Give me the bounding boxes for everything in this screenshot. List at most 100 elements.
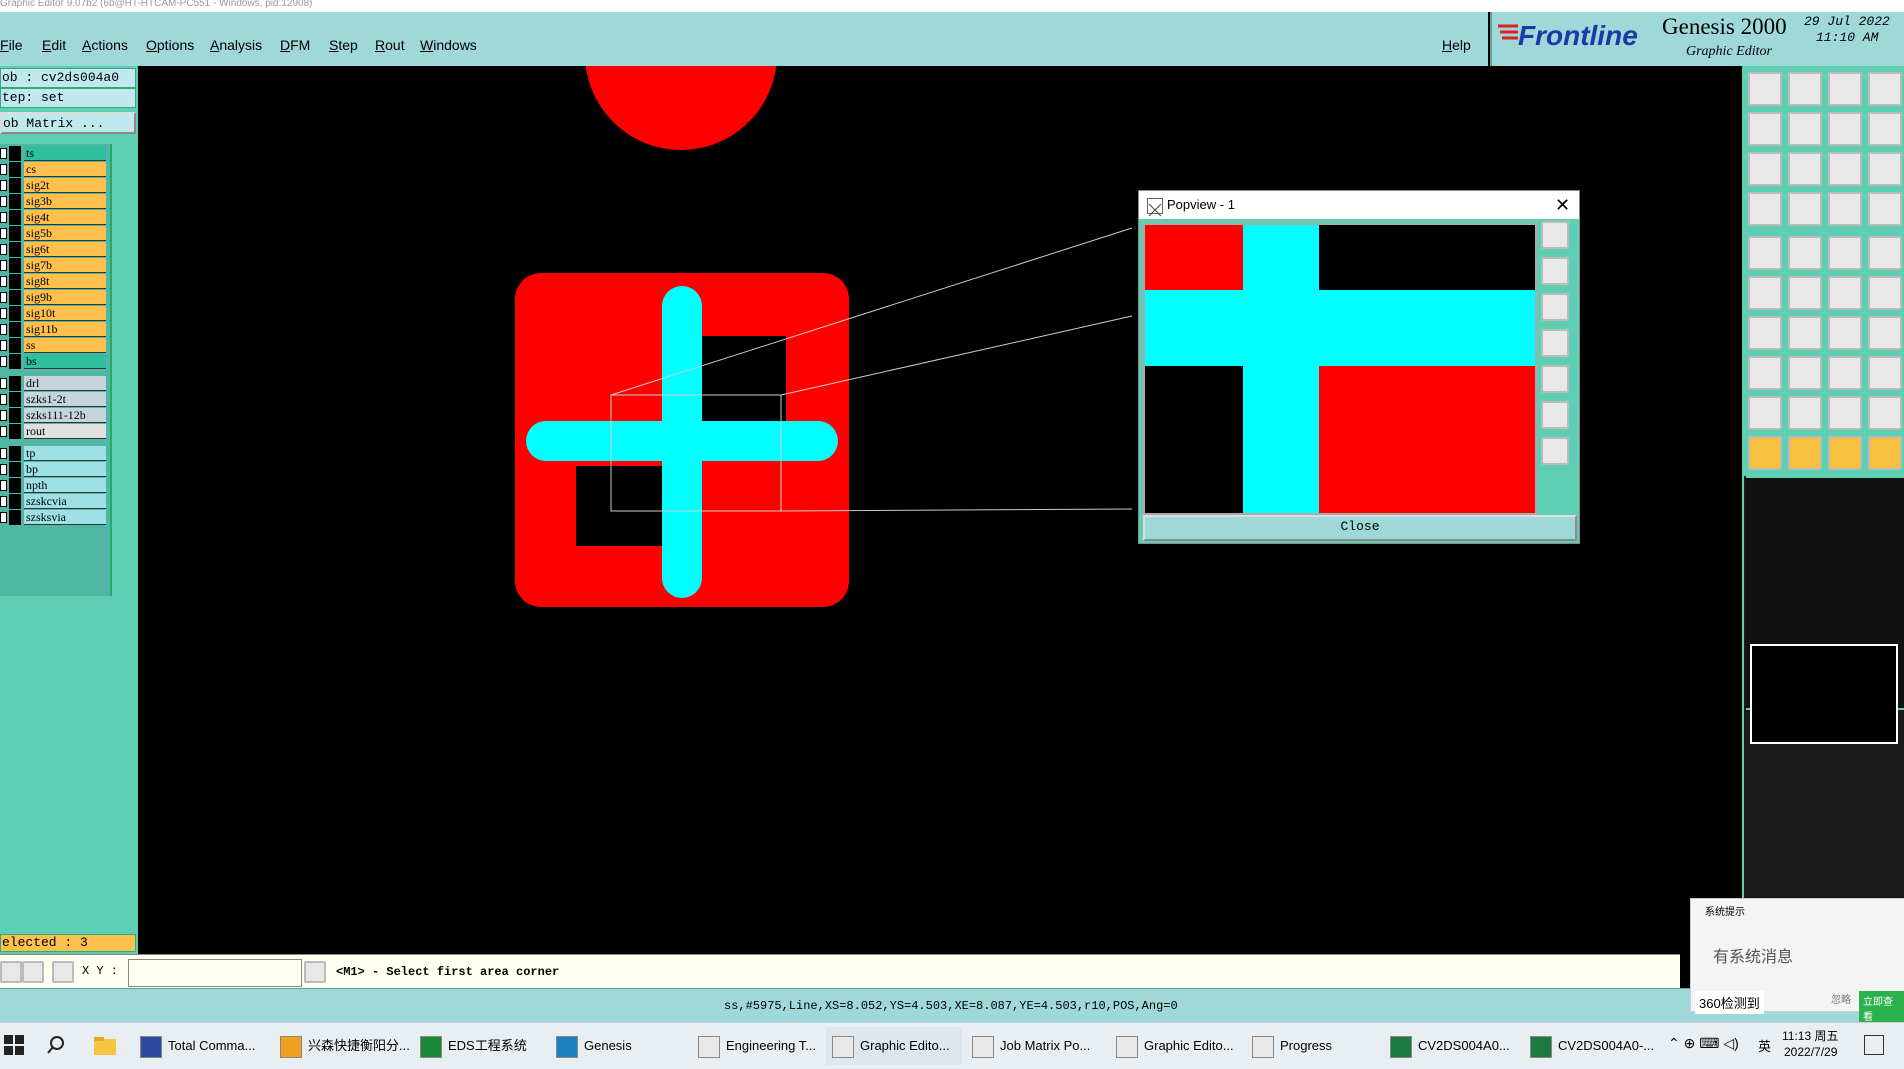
layer-marker[interactable] <box>9 424 21 439</box>
menu-step[interactable]: Step <box>329 37 358 53</box>
layer-item-szks111-12b[interactable]: szks111-12b <box>24 408 106 423</box>
layer-checkbox[interactable] <box>0 426 7 437</box>
layer-marker[interactable] <box>9 226 21 241</box>
layer-marker[interactable] <box>9 376 21 391</box>
layer-marker[interactable] <box>9 338 21 353</box>
tray-icons[interactable]: ⌃ ⊕ ⌨ ◁) <box>1668 1035 1739 1052</box>
warn-icon[interactable] <box>1748 396 1782 430</box>
layer-marker[interactable] <box>9 510 21 525</box>
layer-checkbox[interactable] <box>0 356 7 367</box>
layer-checkbox[interactable] <box>0 378 7 389</box>
home-icon[interactable] <box>1828 72 1862 106</box>
layer-marker[interactable] <box>9 354 21 369</box>
line-icon[interactable] <box>1788 356 1822 390</box>
bridge-icon[interactable] <box>1868 396 1902 430</box>
popview-center-icon[interactable] <box>1541 437 1569 465</box>
pan-right-icon[interactable] <box>1788 112 1822 146</box>
mirror-icon[interactable] <box>1868 316 1902 350</box>
move-icon[interactable] <box>1868 436 1902 470</box>
select-icon[interactable] <box>1788 436 1822 470</box>
layer-item-sig11b[interactable]: sig11b <box>24 322 106 337</box>
layer-marker[interactable] <box>9 322 21 337</box>
layer-marker[interactable] <box>9 242 21 257</box>
layer-checkbox[interactable] <box>0 410 7 421</box>
slant-line-icon[interactable] <box>1788 316 1822 350</box>
center-icon[interactable] <box>1788 152 1822 186</box>
layer-checkbox[interactable] <box>0 228 7 239</box>
layer-checkbox[interactable] <box>0 164 7 175</box>
popview-fit-icon[interactable] <box>1541 401 1569 429</box>
layer-item-sig5b[interactable]: sig5b <box>24 226 106 241</box>
layer-checkbox[interactable] <box>0 496 7 507</box>
circle-icon[interactable] <box>1868 236 1902 270</box>
grid-snap-icon[interactable] <box>22 961 44 983</box>
zoom-box-icon[interactable] <box>0 961 22 983</box>
layer-item-szsksvia[interactable]: szsksvia <box>24 510 106 525</box>
clock-time[interactable]: 11:13 周五 <box>1782 1027 1838 1044</box>
netlist-icon[interactable] <box>1828 192 1862 226</box>
layer-marker[interactable] <box>9 194 21 209</box>
taskbar-app[interactable]: CV2DS004A0-... <box>1524 1027 1660 1065</box>
layer-item-npth[interactable]: npth <box>24 478 106 493</box>
menu-rout[interactable]: Rout <box>375 37 405 53</box>
notification-center-icon[interactable] <box>1864 1035 1884 1055</box>
zoom-in-icon[interactable] <box>1748 72 1782 106</box>
layer-marker[interactable] <box>9 494 21 509</box>
contour-icon[interactable] <box>1788 236 1822 270</box>
popview-close-button[interactable]: Close <box>1143 515 1577 541</box>
layer-marker[interactable] <box>9 162 21 177</box>
add-pad-icon[interactable] <box>1748 356 1782 390</box>
layer-checkbox[interactable] <box>0 324 7 335</box>
xy-input[interactable] <box>128 959 302 987</box>
layer-checkbox[interactable] <box>0 148 7 159</box>
arch-icon[interactable] <box>1828 396 1862 430</box>
help-icon[interactable] <box>1868 152 1902 186</box>
windows-start-icon[interactable] <box>4 1035 24 1055</box>
flip-icon[interactable] <box>1828 112 1862 146</box>
arc-icon[interactable] <box>1828 316 1862 350</box>
layer-marker[interactable] <box>9 146 21 161</box>
layer-marker[interactable] <box>9 290 21 305</box>
popview-canvas[interactable] <box>1143 223 1537 515</box>
layer-marker[interactable] <box>9 274 21 289</box>
layer-checkbox[interactable] <box>0 276 7 287</box>
nodes-icon[interactable] <box>1748 276 1782 310</box>
layer-item-sig6t[interactable]: sig6t <box>24 242 106 257</box>
layer-checkbox[interactable] <box>0 308 7 319</box>
popview-pan-left-icon[interactable] <box>1541 329 1569 357</box>
layer-item-tp[interactable]: tp <box>24 446 106 461</box>
notification-ignore[interactable]: 忽略 <box>1831 991 1851 1006</box>
connect-icon[interactable] <box>1828 356 1862 390</box>
layer-checkbox[interactable] <box>0 512 7 523</box>
layer-marker[interactable] <box>9 462 21 477</box>
search-icon[interactable] <box>46 1035 66 1055</box>
popview-pan-right-icon[interactable] <box>1541 365 1569 393</box>
taskbar-app[interactable]: EDS工程系统 <box>414 1027 546 1065</box>
snap-icon[interactable] <box>1868 112 1902 146</box>
layer-item-ss[interactable]: ss <box>24 338 106 353</box>
ime-indicator[interactable]: 英 <box>1758 1036 1771 1055</box>
layer-item-bs[interactable]: bs <box>24 354 106 369</box>
menu-actions[interactable]: Actions <box>82 37 128 53</box>
measure-icon[interactable] <box>1748 192 1782 226</box>
cross-icon[interactable] <box>1788 276 1822 310</box>
layer-item-bp[interactable]: bp <box>24 462 106 477</box>
layer-marker[interactable] <box>9 392 21 407</box>
layer-checkbox[interactable] <box>0 180 7 191</box>
cluster-icon[interactable] <box>1868 356 1902 390</box>
angle-icon[interactable] <box>1748 316 1782 350</box>
layer-item-sig2t[interactable]: sig2t <box>24 178 106 193</box>
layer-checkbox[interactable] <box>0 244 7 255</box>
grid-icon[interactable] <box>52 961 74 983</box>
layer-item-sig8t[interactable]: sig8t <box>24 274 106 289</box>
layer-item-sig3b[interactable]: sig3b <box>24 194 106 209</box>
select-arc-icon[interactable] <box>1828 436 1862 470</box>
layer-marker[interactable] <box>9 210 21 225</box>
taskbar-app[interactable]: 兴森快捷衡阳分... <box>274 1027 410 1065</box>
taskbar-app[interactable]: CV2DS004A0... <box>1384 1027 1520 1065</box>
pointer-icon[interactable] <box>1748 436 1782 470</box>
taskbar-app[interactable]: Genesis <box>550 1027 686 1065</box>
zoom-out-icon[interactable] <box>1788 72 1822 106</box>
layer-checkbox[interactable] <box>0 292 7 303</box>
taskbar-app[interactable]: Progress <box>1246 1027 1382 1065</box>
